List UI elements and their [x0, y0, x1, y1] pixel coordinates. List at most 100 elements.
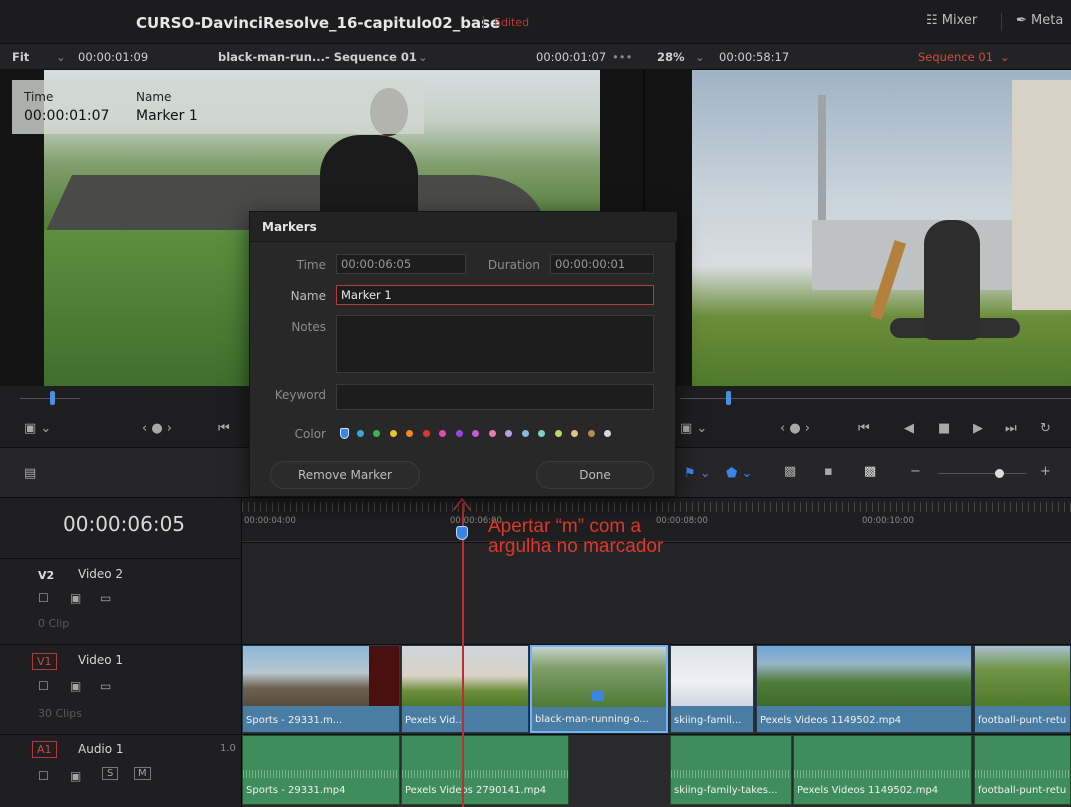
audio-clip[interactable]: Pexels Videos 2790141.mp4	[401, 735, 569, 805]
viewer-mode-icon[interactable]: ▣ ⌄	[24, 421, 51, 436]
color-swatch[interactable]	[488, 430, 496, 437]
clip-name: skiing-famil...	[674, 715, 742, 726]
stop-icon[interactable]: ■	[938, 421, 950, 436]
jog-control-icon[interactable]: ‹ ● ›	[142, 421, 172, 436]
chevron-down-icon[interactable]: ⌄	[1000, 50, 1010, 64]
lock-icon[interactable]: ☐	[38, 591, 49, 605]
zoom-slider-handle[interactable]	[995, 469, 1004, 478]
track-header-a1[interactable]: A1 Audio 1 1.0 ☐ ▣ S M	[0, 734, 242, 807]
track-enable-icon[interactable]: ▭	[100, 679, 111, 693]
color-swatch[interactable]	[356, 430, 364, 437]
color-swatch[interactable]	[571, 430, 578, 437]
timeline-playhead[interactable]	[462, 503, 464, 807]
name-field[interactable]: Marker 1	[336, 285, 654, 305]
jog-control-icon[interactable]: ‹ ● ›	[780, 421, 810, 436]
annotation-line: argulha no marcador	[488, 536, 664, 557]
lock-icon[interactable]: ☐	[38, 769, 49, 783]
video-clip[interactable]: skiing-famil...	[670, 645, 754, 733]
auto-select-icon[interactable]: ▣	[70, 679, 81, 693]
sequence-select[interactable]: Sequence 01	[918, 50, 993, 64]
duration-field[interactable]: 00:00:00:01	[550, 254, 654, 274]
color-swatch[interactable]	[422, 430, 430, 437]
track-lane-v2[interactable]	[242, 542, 1071, 644]
clip-marker-icon[interactable]	[592, 691, 604, 701]
zoom-full-icon[interactable]: ▩	[784, 464, 796, 479]
video-clip-selected[interactable]: black-man-running-o...	[530, 645, 668, 733]
auto-select-icon[interactable]: ▣	[70, 769, 81, 783]
color-swatch[interactable]	[521, 430, 529, 437]
color-swatch[interactable]	[455, 430, 463, 437]
zoom-custom-icon[interactable]: ▩	[864, 464, 876, 479]
video-clip[interactable]: Sports - 29331.m...	[242, 645, 400, 733]
viewer-mode-icon[interactable]: ▣ ⌄	[680, 421, 707, 436]
timeline-marker-icon[interactable]	[456, 526, 468, 540]
track-name[interactable]: Video 1	[78, 653, 123, 667]
play-reverse-icon[interactable]: ◀	[904, 421, 914, 436]
zoom-out-icon[interactable]: −	[910, 464, 921, 479]
color-swatch[interactable]	[587, 430, 595, 437]
zoom-in-icon[interactable]: +	[1040, 464, 1051, 479]
zoom-detail-icon[interactable]: ▪	[824, 464, 833, 479]
solo-button[interactable]: S	[102, 767, 119, 780]
clip-thumbnail-segment	[369, 646, 399, 706]
color-swatch[interactable]	[472, 430, 479, 437]
program-zoom-select[interactable]: 28%	[657, 50, 685, 64]
time-field[interactable]: 00:00:06:05	[336, 254, 466, 274]
chevron-down-icon[interactable]: ⌄	[56, 50, 66, 64]
track-name[interactable]: Audio 1	[78, 742, 124, 756]
color-swatch[interactable]	[554, 430, 562, 437]
track-header-v1[interactable]: V1 Video 1 ☐ ▣ ▭ 30 Clips	[0, 644, 242, 734]
audio-clip[interactable]: Pexels Videos 1149502.mp4	[793, 735, 972, 805]
color-swatch[interactable]	[439, 430, 446, 437]
play-icon[interactable]: ▶	[973, 421, 983, 436]
zoom-slider[interactable]	[938, 473, 1026, 474]
metadata-button[interactable]: ✒ Meta	[1016, 13, 1063, 28]
notes-field[interactable]	[336, 315, 654, 373]
track-name[interactable]: Video 2	[78, 567, 123, 581]
color-swatch-selected[interactable]	[340, 428, 349, 439]
skip-forward-icon[interactable]: ⏭	[1005, 421, 1017, 436]
playhead-cap[interactable]	[453, 498, 471, 510]
track-lane-a1[interactable]: Sports - 29331.mp4 Pexels Videos 2790141…	[242, 734, 1071, 807]
keyword-field[interactable]	[336, 384, 654, 410]
track-lane-v1[interactable]: Sports - 29331.m... Pexels Vid... black-…	[242, 644, 1071, 734]
building	[812, 220, 1012, 290]
audio-clip[interactable]: skiing-family-takes...	[670, 735, 792, 805]
color-swatch[interactable]	[538, 430, 545, 437]
chevron-down-icon[interactable]: ⌄	[695, 50, 705, 64]
track-enable-icon[interactable]: ▭	[100, 591, 111, 605]
flag-icon[interactable]: ⚑ ⌄	[684, 466, 711, 481]
color-swatch[interactable]	[604, 430, 611, 437]
loop-icon[interactable]: ↻	[1040, 421, 1051, 436]
remove-marker-button[interactable]: Remove Marker	[270, 461, 420, 489]
video-clip[interactable]: Pexels Vid...	[401, 645, 529, 733]
clip-thumbnail	[671, 646, 753, 706]
chevron-down-icon[interactable]: ⌄	[418, 50, 428, 64]
track-clip-count: 0 Clip	[38, 617, 70, 630]
color-swatch[interactable]	[406, 430, 413, 437]
marker-icon[interactable]: ⬟ ⌄	[726, 466, 752, 481]
more-options-icon[interactable]: •••	[612, 50, 632, 64]
skip-back-icon[interactable]: ⏮	[858, 421, 870, 436]
source-playhead-handle[interactable]	[50, 391, 55, 405]
mixer-button[interactable]: ☷ Mixer	[926, 13, 977, 28]
audio-clip[interactable]: football-punt-retu	[974, 735, 1071, 805]
color-swatch[interactable]	[505, 430, 512, 437]
source-zoom-select[interactable]: Fit	[12, 50, 29, 64]
color-swatch[interactable]	[373, 430, 380, 437]
skip-back-icon[interactable]: ⏮	[218, 421, 230, 436]
source-clip-select[interactable]: black-man-run...- Sequence 01	[218, 50, 417, 64]
track-header-v2[interactable]: V2 Video 2 ☐ ▣ ▭ 0 Clip	[0, 558, 242, 644]
clip-name: Pexels Videos 1149502.mp4	[760, 715, 902, 726]
marker-overlay: Time 00:00:01:07 Name Marker 1	[12, 80, 424, 134]
done-button[interactable]: Done	[536, 461, 654, 489]
program-playhead-handle[interactable]	[726, 391, 731, 405]
color-swatch[interactable]	[389, 430, 397, 437]
audio-clip[interactable]: Sports - 29331.mp4	[242, 735, 400, 805]
video-clip[interactable]: Pexels Videos 1149502.mp4	[756, 645, 972, 733]
lock-icon[interactable]: ☐	[38, 679, 49, 693]
auto-select-icon[interactable]: ▣	[70, 591, 81, 605]
mute-button[interactable]: M	[134, 767, 151, 780]
video-clip[interactable]: football-punt-retu	[974, 645, 1071, 733]
timeline-options-icon[interactable]: ▤	[24, 466, 36, 481]
